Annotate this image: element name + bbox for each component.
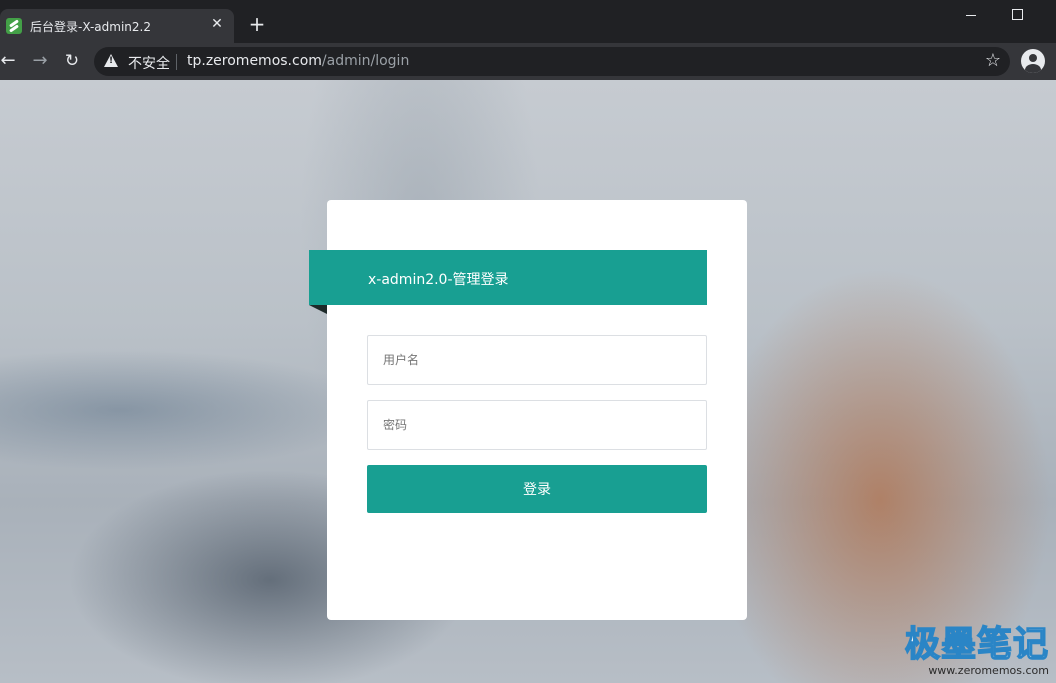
username-field[interactable] — [367, 335, 707, 385]
login-header-ribbon: x-admin2.0-管理登录 — [309, 250, 707, 305]
forward-arrow-icon[interactable]: → — [28, 49, 52, 73]
password-field[interactable] — [367, 400, 707, 450]
username-input[interactable] — [368, 336, 706, 384]
bookmark-star-icon[interactable]: ☆ — [985, 51, 1001, 71]
watermark-url: www.zeromemos.com — [928, 664, 1049, 677]
browser-toolbar: ← → ↻ 不安全 tp.zeromemos.com/admin/login ☆ — [0, 43, 1056, 80]
password-input[interactable] — [368, 401, 706, 449]
maximize-window-icon[interactable] — [1012, 9, 1023, 20]
address-divider — [176, 54, 177, 70]
close-tab-icon[interactable]: ✕ — [208, 15, 226, 33]
security-label[interactable]: 不安全 — [128, 53, 170, 73]
url-text[interactable]: tp.zeromemos.com/admin/login — [187, 53, 409, 69]
watermark-title: 极墨笔记 — [904, 625, 1050, 665]
tab-title: 后台登录-X-admin2.2 — [30, 20, 151, 34]
page-background: x-admin2.0-管理登录 登录 极墨笔记 www.zeromemos.co… — [0, 80, 1056, 683]
browser-tab[interactable]: 后台登录-X-admin2.2 ✕ — [0, 9, 234, 43]
new-tab-icon[interactable]: + — [246, 13, 268, 35]
browser-tab-bar: 后台登录-X-admin2.2 ✕ + — [0, 0, 1056, 43]
x-admin-favicon-icon — [6, 18, 22, 34]
login-card: x-admin2.0-管理登录 登录 — [309, 200, 747, 620]
address-bar[interactable]: 不安全 tp.zeromemos.com/admin/login ☆ — [94, 47, 1010, 76]
profile-avatar-icon[interactable] — [1021, 49, 1045, 73]
minimize-window-icon[interactable] — [964, 6, 978, 20]
url-host: tp.zeromemos.com — [187, 53, 322, 69]
back-arrow-icon[interactable]: ← — [0, 49, 20, 73]
ribbon-fold — [309, 305, 327, 314]
warning-icon[interactable] — [104, 54, 118, 67]
login-button[interactable]: 登录 — [367, 465, 707, 513]
watermark: 极墨笔记 www.zeromemos.com — [904, 625, 1051, 677]
login-title: x-admin2.0-管理登录 — [368, 272, 509, 288]
reload-icon[interactable]: ↻ — [60, 49, 84, 73]
url-path: /admin/login — [321, 53, 410, 69]
